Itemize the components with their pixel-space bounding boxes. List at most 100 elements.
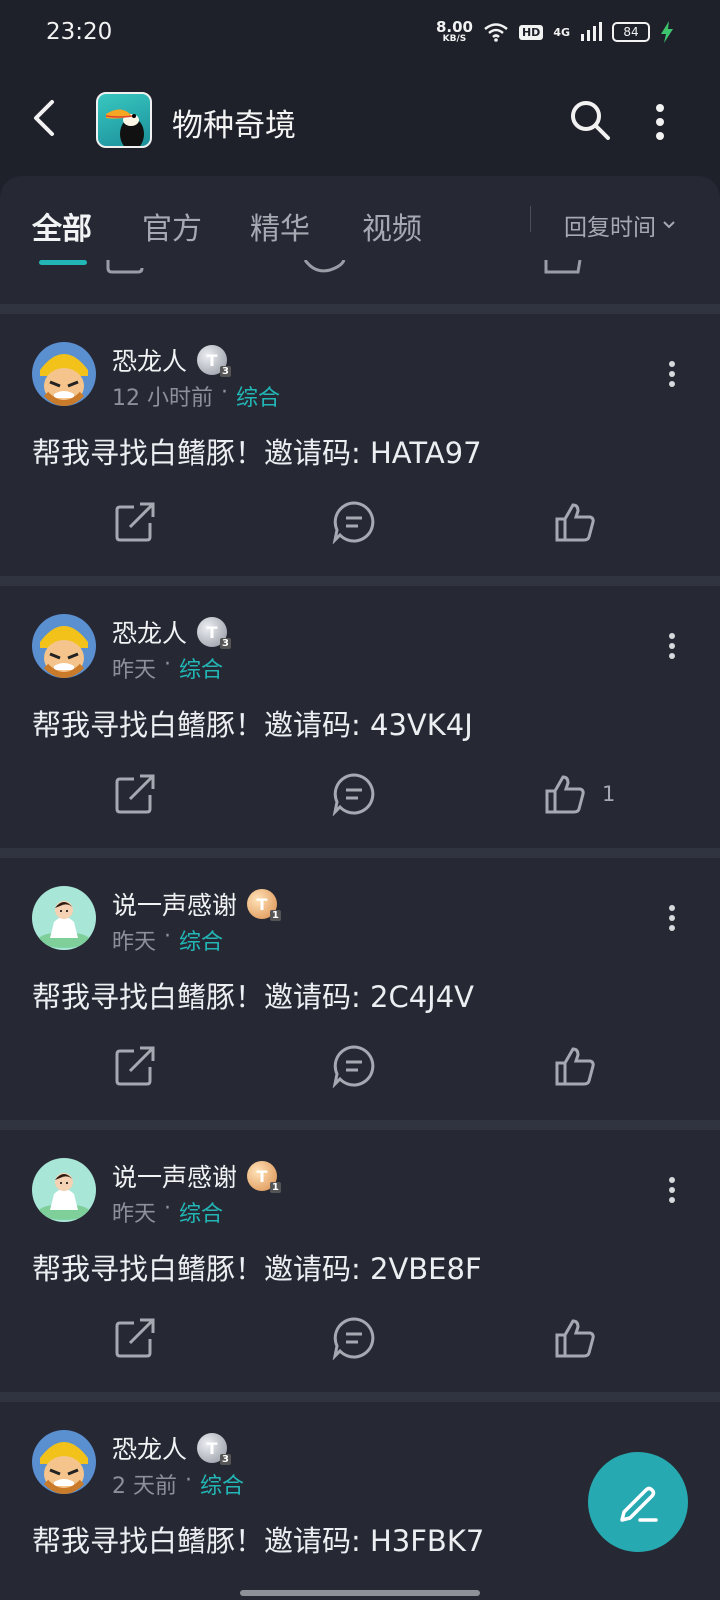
post-content[interactable]: 帮我寻找白鳍豚！邀请码: HATA97 — [32, 430, 482, 472]
author-name[interactable]: 说一声感谢 T1 — [112, 1158, 282, 1194]
like-button[interactable] — [554, 1042, 612, 1090]
more-vert-icon[interactable] — [662, 904, 682, 932]
more-vert-icon[interactable] — [662, 632, 682, 660]
comment-button[interactable] — [332, 1314, 376, 1362]
post-category[interactable]: 综合 — [179, 1196, 223, 1228]
post-meta: 昨天 · 综合 — [112, 1196, 224, 1228]
section-divider — [0, 576, 720, 586]
hd-icon: HD — [518, 24, 544, 40]
compose-button[interactable] — [588, 1452, 688, 1552]
post-time: 昨天 — [112, 1202, 157, 1227]
level-badge: T3 — [197, 617, 232, 649]
tab-video[interactable]: 视频 — [362, 204, 422, 248]
sort-label: 回复时间 — [564, 215, 656, 241]
level-badge: T3 — [197, 345, 232, 377]
share-button[interactable] — [114, 1314, 156, 1362]
status-bar: 23:20 8.00 KB/S HD 4G 84 — [0, 0, 720, 64]
share-button[interactable] — [114, 1042, 156, 1090]
back-icon[interactable] — [26, 96, 66, 140]
post-category[interactable]: 综合 — [200, 1468, 244, 1500]
previous-post-actions — [0, 260, 720, 284]
comment-icon — [332, 1317, 375, 1360]
tab-all[interactable]: 全部 — [32, 204, 92, 248]
more-vert-icon[interactable] — [662, 360, 682, 388]
signal-icon — [581, 22, 602, 41]
avatar[interactable] — [32, 1430, 96, 1494]
avatar[interactable] — [32, 1158, 96, 1222]
battery-icon: 84 — [612, 22, 650, 42]
status-time: 23:20 — [46, 19, 113, 45]
author-name[interactable]: 恐龙人 T3 — [112, 342, 232, 378]
pen-icon — [620, 1486, 658, 1522]
like-count: 1 — [602, 782, 616, 806]
section-divider — [0, 1120, 720, 1130]
search-icon[interactable] — [568, 98, 612, 142]
post-card[interactable]: 恐龙人 T3 12 小时前 · 综合 帮我寻找白鳍豚！邀请码: HATA97 — [0, 314, 720, 576]
author-name[interactable]: 恐龙人 T3 — [112, 1430, 232, 1466]
tab-divider — [530, 206, 531, 232]
post-content[interactable]: 帮我寻找白鳍豚！邀请码: H3FBK7 — [32, 1518, 484, 1560]
like-button[interactable]: 1 — [544, 770, 615, 818]
comment-icon — [332, 773, 375, 816]
tab-official[interactable]: 官方 — [142, 204, 202, 248]
post-card[interactable]: 说一声感谢 T1 昨天 · 综合 帮我寻找白鳍豚！邀请码: 2VBE8F — [0, 1130, 720, 1392]
post-meta: 昨天 · 综合 — [112, 924, 224, 956]
post-content[interactable]: 帮我寻找白鳍豚！邀请码: 2C4J4V — [32, 974, 474, 1016]
app-logo — [96, 92, 152, 148]
post-meta: 12 小时前 · 综合 — [112, 380, 281, 412]
tab-featured[interactable]: 精华 — [250, 204, 310, 248]
post-actions — [0, 1042, 720, 1090]
author-name[interactable]: 说一声感谢 T1 — [112, 886, 282, 922]
avatar[interactable] — [32, 342, 96, 406]
charging-icon — [661, 21, 673, 43]
net-speed: 8.00 KB/S — [435, 18, 473, 44]
section-divider — [0, 848, 720, 858]
sort-dropdown[interactable]: 回复时间 — [564, 208, 676, 242]
comment-button[interactable] — [332, 770, 376, 818]
avatar[interactable] — [32, 886, 96, 950]
post-meta: 昨天 · 综合 — [112, 652, 224, 684]
post-card[interactable]: 说一声感谢 T1 昨天 · 综合 帮我寻找白鳍豚！邀请码: 2C4J4V — [0, 858, 720, 1120]
post-time: 2 天前 — [112, 1474, 177, 1499]
post-category[interactable]: 综合 — [179, 652, 223, 684]
post-meta: 2 天前 · 综合 — [112, 1468, 245, 1500]
like-button[interactable] — [554, 1314, 612, 1362]
thumbs-up-icon — [545, 775, 585, 814]
share-button[interactable] — [114, 770, 156, 818]
post-content[interactable]: 帮我寻找白鳍豚！邀请码: 2VBE8F — [32, 1246, 482, 1288]
level-badge: T1 — [247, 1161, 282, 1193]
home-indicator[interactable] — [240, 1590, 480, 1596]
post-category[interactable]: 综合 — [236, 380, 280, 412]
author-name[interactable]: 恐龙人 T3 — [112, 614, 232, 650]
more-vert-icon[interactable] — [650, 100, 670, 144]
page-title: 物种奇境 — [172, 108, 296, 144]
post-card[interactable]: 恐龙人 T3 昨天 · 综合 帮我寻找白鳍豚！邀请码: 43VK4J 1 — [0, 586, 720, 848]
chevron-down-icon — [663, 221, 675, 229]
avatar[interactable] — [32, 614, 96, 678]
post-actions — [0, 498, 720, 546]
post-time: 昨天 — [112, 930, 157, 955]
share-button[interactable] — [114, 498, 156, 546]
level-badge: T3 — [197, 1433, 232, 1465]
post-content[interactable]: 帮我寻找白鳍豚！邀请码: 43VK4J — [32, 702, 473, 744]
section-divider — [0, 304, 720, 314]
comment-icon — [332, 501, 375, 544]
thumbs-up-icon — [555, 503, 595, 542]
like-button[interactable] — [554, 498, 612, 546]
thumbs-up-icon — [555, 1047, 595, 1086]
network-type: 4G — [553, 25, 570, 39]
post-category[interactable]: 综合 — [179, 924, 223, 956]
status-icons: 8.00 KB/S HD 4G 84 — [436, 20, 674, 44]
post-time: 昨天 — [112, 658, 157, 683]
share-icon — [115, 1318, 155, 1358]
share-icon — [115, 502, 155, 542]
share-icon — [115, 1046, 155, 1086]
thumbs-up-icon — [555, 1319, 595, 1358]
comment-button[interactable] — [332, 498, 376, 546]
comment-button[interactable] — [332, 1042, 376, 1090]
wifi-icon — [484, 23, 508, 42]
app-header: 物种奇境 — [0, 64, 720, 176]
comment-icon — [332, 1045, 375, 1088]
more-vert-icon[interactable] — [662, 1176, 682, 1204]
section-divider — [0, 1392, 720, 1402]
